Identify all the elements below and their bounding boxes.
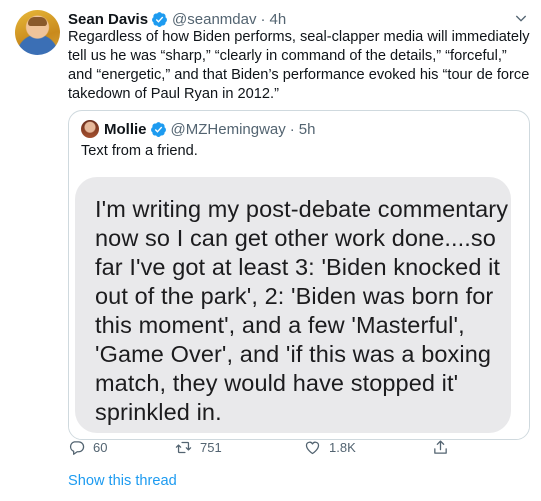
reply-icon bbox=[69, 440, 85, 455]
quoted-tweet-text: Text from a friend. bbox=[81, 143, 198, 159]
heart-icon bbox=[305, 441, 320, 454]
tweet-actions: 60 751 1.8K bbox=[68, 436, 530, 458]
quoted-author-avatar bbox=[81, 120, 99, 138]
tweet-text: Regardless of how Biden performs, seal-c… bbox=[68, 29, 530, 102]
header-separator: · bbox=[260, 10, 266, 28]
avatar-hair bbox=[28, 17, 47, 26]
tweet-header: Sean Davis @seanmdav · 4h bbox=[68, 9, 286, 29]
share-button[interactable] bbox=[432, 436, 457, 458]
verified-badge-icon bbox=[150, 121, 166, 137]
retweet-count: 751 bbox=[200, 439, 222, 455]
share-icon bbox=[434, 439, 447, 454]
verified-badge-icon bbox=[152, 11, 167, 27]
message-text: I'm writing my post-debate commentary no… bbox=[95, 196, 509, 425]
quoted-tweet-image[interactable]: I'm writing my post-debate commentary no… bbox=[69, 169, 529, 439]
reply-button[interactable]: 60 bbox=[68, 436, 107, 458]
chevron-down-icon[interactable] bbox=[513, 10, 529, 26]
quoted-tweet-header: Mollie @MZHemingway · 5h bbox=[81, 119, 315, 139]
like-count: 1.8K bbox=[329, 439, 356, 455]
author-name[interactable]: Sean Davis bbox=[68, 11, 148, 28]
quoted-author-handle: @MZHemingway bbox=[170, 120, 286, 138]
quoted-header-separator: · bbox=[289, 120, 295, 138]
quoted-tweet-timestamp: 5h bbox=[298, 120, 316, 138]
author-handle[interactable]: @seanmdav bbox=[172, 11, 256, 28]
tweet-timestamp[interactable]: 4h bbox=[269, 11, 286, 28]
reply-count: 60 bbox=[93, 439, 108, 455]
tweet[interactable]: Sean Davis @seanmdav · 4h Regardless of … bbox=[0, 0, 541, 501]
like-button[interactable]: 1.8K bbox=[304, 436, 356, 458]
retweet-button[interactable]: 751 bbox=[175, 436, 222, 458]
quoted-author-name: Mollie bbox=[104, 120, 147, 138]
quoted-tweet[interactable]: Mollie @MZHemingway · 5h Text from a fri… bbox=[68, 110, 530, 440]
show-thread-link[interactable]: Show this thread bbox=[68, 473, 177, 489]
author-avatar[interactable] bbox=[15, 10, 60, 55]
retweet-icon bbox=[175, 441, 192, 453]
message-bubble: I'm writing my post-debate commentary no… bbox=[75, 177, 511, 433]
